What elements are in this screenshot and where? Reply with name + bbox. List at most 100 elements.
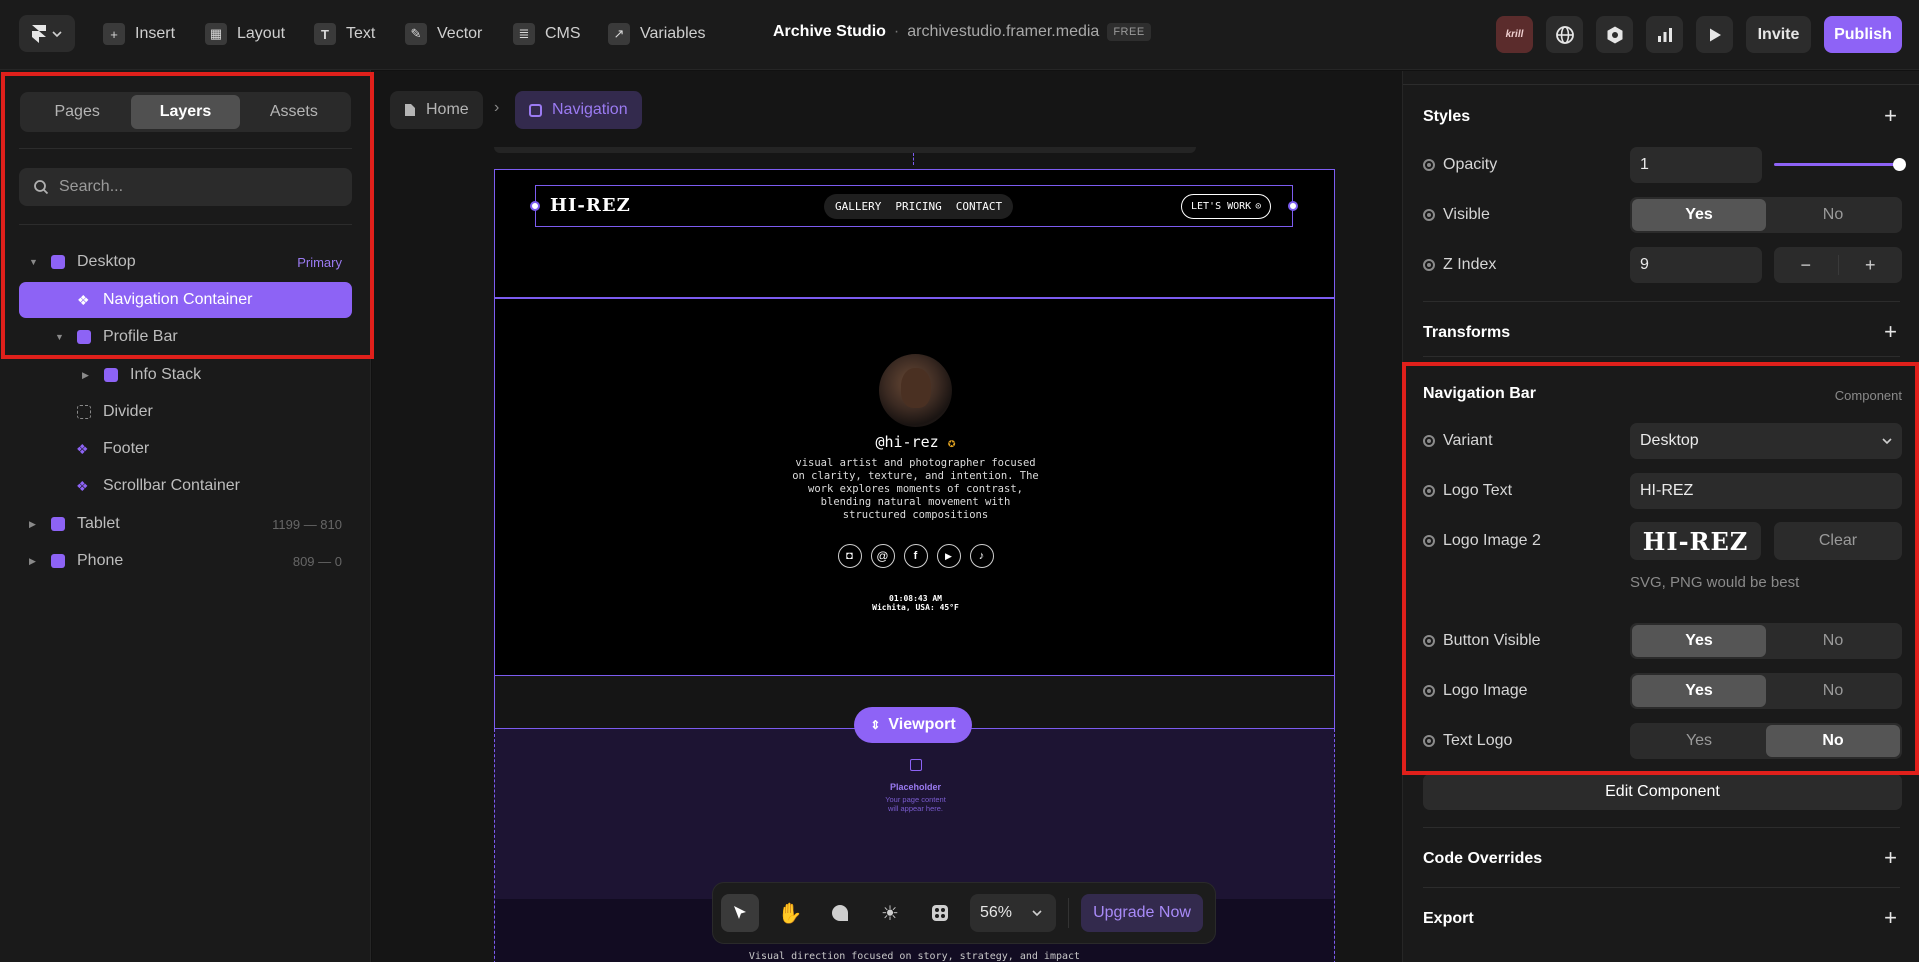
hand-tool[interactable]: ✋ bbox=[771, 894, 809, 932]
navbar-selection[interactable]: HI-REZ GALLERY PRICING CONTACT LET'S WOR… bbox=[530, 185, 1298, 227]
layer-scrollbar-container[interactable]: ❖ Scrollbar Container bbox=[19, 468, 352, 504]
layer-profile-bar[interactable]: ▼ Profile Bar bbox=[19, 319, 352, 355]
variables-icon: ↗ bbox=[608, 23, 630, 45]
site-nav-gallery[interactable]: GALLERY bbox=[835, 200, 881, 213]
frame-edge bbox=[494, 147, 1196, 153]
viewport-handle[interactable]: ⇕ Viewport bbox=[854, 707, 972, 743]
slider-thumb[interactable] bbox=[1893, 158, 1906, 171]
location-text: Wichita, USA: 45°F bbox=[872, 603, 959, 612]
upgrade-button[interactable]: Upgrade Now bbox=[1081, 894, 1203, 932]
zindex-stepper: − + bbox=[1774, 247, 1902, 283]
avatar[interactable]: krill bbox=[1496, 16, 1533, 53]
publish-button[interactable]: Publish bbox=[1824, 16, 1902, 53]
tab-layers[interactable]: Layers bbox=[131, 95, 240, 129]
select-tool[interactable] bbox=[721, 894, 759, 932]
cms-menu[interactable]: ≣ CMS bbox=[513, 18, 581, 50]
layer-tablet[interactable]: ▶ Tablet 1199 — 810 bbox=[19, 506, 352, 542]
vector-menu[interactable]: ✎ Vector bbox=[405, 18, 482, 50]
button-visible-yes[interactable]: Yes bbox=[1632, 625, 1766, 657]
tab-assets[interactable]: Assets bbox=[240, 95, 348, 129]
analytics-button[interactable] bbox=[1646, 16, 1683, 53]
text-menu[interactable]: T Text bbox=[314, 18, 375, 50]
add-export-plus-icon[interactable]: + bbox=[1884, 907, 1897, 929]
site-cta-button[interactable]: LET'S WORK ⊙ bbox=[1181, 194, 1272, 219]
insert-menu[interactable]: + Insert bbox=[103, 18, 175, 50]
resize-handle[interactable] bbox=[1288, 201, 1298, 211]
youtube-icon[interactable]: ▶ bbox=[936, 544, 961, 568]
site-logo: HI-REZ bbox=[550, 195, 631, 216]
facebook-icon[interactable]: f bbox=[903, 544, 928, 568]
layer-phone[interactable]: ▶ Phone 809 — 0 bbox=[19, 543, 352, 579]
add-style-plus-icon[interactable]: + bbox=[1884, 105, 1897, 127]
project-title[interactable]: Archive Studio · archivestudio.framer.me… bbox=[773, 23, 1151, 41]
layer-info-stack[interactable]: ▶ Info Stack bbox=[19, 357, 352, 393]
variable-dot-icon[interactable] bbox=[1423, 485, 1435, 497]
site-nav-contact[interactable]: CONTACT bbox=[956, 200, 1002, 213]
profile-frame[interactable]: @hi-rez ✪ visual artist and photographer… bbox=[494, 298, 1335, 676]
tiktok-icon[interactable]: ♪ bbox=[969, 544, 994, 568]
variant-label: Variant bbox=[1443, 432, 1493, 449]
layer-divider[interactable]: Divider bbox=[19, 394, 352, 430]
text-logo-yes[interactable]: Yes bbox=[1632, 725, 1766, 757]
bar-chart-icon bbox=[1657, 27, 1672, 42]
theme-toggle[interactable]: ☀ bbox=[871, 894, 909, 932]
plus-icon[interactable]: + bbox=[1839, 255, 1903, 275]
variable-dot-icon[interactable] bbox=[1423, 159, 1435, 171]
breadcrumb-home[interactable]: Home bbox=[390, 91, 483, 129]
variables-menu[interactable]: ↗ Variables bbox=[608, 18, 706, 50]
invite-button[interactable]: Invite bbox=[1746, 16, 1811, 53]
opacity-input[interactable]: 1 bbox=[1630, 147, 1762, 183]
zindex-input[interactable]: 9 bbox=[1630, 247, 1762, 283]
minus-icon[interactable]: − bbox=[1774, 255, 1839, 275]
design-canvas[interactable]: Home › Navigation HI-REZ GALLERY PRICING… bbox=[372, 71, 1402, 962]
frame-icon bbox=[51, 554, 65, 568]
layer-footer[interactable]: ❖ Footer bbox=[19, 431, 352, 467]
variable-dot-icon[interactable] bbox=[1423, 735, 1435, 747]
threads-icon[interactable]: @ bbox=[870, 544, 895, 568]
button-visible-row: Button Visible bbox=[1423, 632, 1541, 650]
globe-button[interactable] bbox=[1546, 16, 1583, 53]
navigation-frame[interactable]: HI-REZ GALLERY PRICING CONTACT LET'S WOR… bbox=[494, 169, 1335, 298]
add-transform-plus-icon[interactable]: + bbox=[1884, 321, 1897, 343]
site-nav-links: GALLERY PRICING CONTACT bbox=[824, 194, 1014, 219]
opacity-slider[interactable] bbox=[1774, 158, 1906, 171]
clear-image-button[interactable]: Clear bbox=[1774, 522, 1902, 560]
settings-button[interactable] bbox=[1596, 16, 1633, 53]
social-links: ◘ @ f ▶ ♪ bbox=[495, 544, 1336, 568]
edit-component-button[interactable]: Edit Component bbox=[1423, 774, 1902, 810]
variant-select[interactable]: Desktop bbox=[1630, 423, 1902, 459]
variable-dot-icon[interactable] bbox=[1423, 259, 1435, 271]
variable-dot-icon[interactable] bbox=[1423, 209, 1435, 221]
visible-yes[interactable]: Yes bbox=[1632, 199, 1766, 231]
logo-text-input[interactable]: HI-REZ bbox=[1630, 473, 1902, 509]
logo-image-no[interactable]: No bbox=[1766, 675, 1900, 707]
logo-image-yes[interactable]: Yes bbox=[1632, 675, 1766, 707]
variable-dot-icon[interactable] bbox=[1423, 685, 1435, 697]
variable-dot-icon[interactable] bbox=[1423, 635, 1435, 647]
resize-handle[interactable] bbox=[530, 201, 540, 211]
plugins-button[interactable] bbox=[921, 894, 959, 932]
layer-navigation-container[interactable]: ❖ Navigation Container bbox=[19, 282, 352, 318]
publish-label: Publish bbox=[1834, 25, 1892, 43]
layer-desktop[interactable]: ▼ Desktop Primary bbox=[19, 244, 352, 280]
pen-icon: ✎ bbox=[405, 23, 427, 45]
zoom-select[interactable]: 56% bbox=[970, 894, 1056, 932]
instagram-icon[interactable]: ◘ bbox=[837, 544, 862, 568]
tab-pages[interactable]: Pages bbox=[23, 95, 131, 129]
layers-search-input[interactable]: Search... bbox=[19, 168, 352, 206]
framer-menu-button[interactable] bbox=[19, 15, 75, 52]
visible-no[interactable]: No bbox=[1766, 199, 1900, 231]
add-override-plus-icon[interactable]: + bbox=[1884, 847, 1897, 869]
button-visible-no[interactable]: No bbox=[1766, 625, 1900, 657]
variable-dot-icon[interactable] bbox=[1423, 435, 1435, 447]
variable-dot-icon[interactable] bbox=[1423, 535, 1435, 547]
comment-tool[interactable] bbox=[821, 894, 859, 932]
caret-right-icon: ▶ bbox=[29, 518, 36, 529]
breadcrumb-navigation[interactable]: Navigation bbox=[515, 91, 642, 129]
logo-image-preview[interactable]: HI-REZ bbox=[1630, 522, 1761, 560]
layout-menu[interactable]: ▦ Layout bbox=[205, 18, 285, 50]
layer-label: Desktop bbox=[77, 253, 136, 270]
preview-button[interactable] bbox=[1696, 16, 1733, 53]
site-nav-pricing[interactable]: PRICING bbox=[895, 200, 941, 213]
text-logo-no[interactable]: No bbox=[1766, 725, 1900, 757]
